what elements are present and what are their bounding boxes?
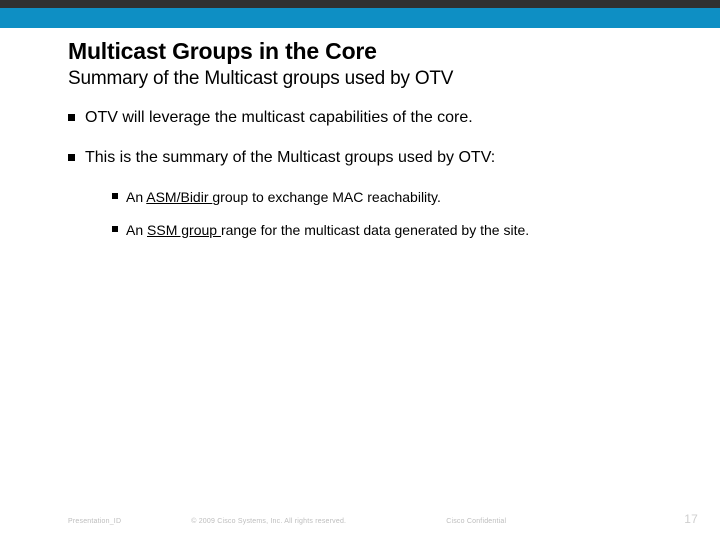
slide-footer: Presentation_ID © 2009 Cisco Systems, In… [0,512,720,526]
footer-presentation-id: Presentation_ID [68,518,121,525]
slide-content: Multicast Groups in the Core Summary of … [0,28,720,239]
top-accent-bar [0,0,720,28]
bullet-text: OTV will leverage the multicast capabili… [85,108,473,128]
text-underlined: ASM/Bidir [146,189,212,205]
bullet-text: This is the summary of the Multicast gro… [85,148,495,168]
sub-bullet-text: An SSM group range for the multicast dat… [126,221,529,239]
footer-page-number: 17 [684,512,698,526]
slide-title: Multicast Groups in the Core [68,38,660,64]
slide: Multicast Groups in the Core Summary of … [0,0,720,540]
text-prefix: An [126,222,147,238]
sub-bullet-item: An ASM/Bidir group to exchange MAC reach… [112,188,660,206]
square-bullet-icon [68,114,75,121]
square-bullet-icon [68,154,75,161]
bullet-item: OTV will leverage the multicast capabili… [68,108,660,128]
text-prefix: An [126,189,146,205]
bullet-list: OTV will leverage the multicast capabili… [68,108,660,238]
sub-bullet-list: An ASM/Bidir group to exchange MAC reach… [112,188,660,238]
bullet-item: This is the summary of the Multicast gro… [68,148,660,168]
square-bullet-icon [112,193,118,199]
footer-confidential: Cisco Confidential [446,518,506,525]
sub-bullet-text: An ASM/Bidir group to exchange MAC reach… [126,188,441,206]
sub-bullet-item: An SSM group range for the multicast dat… [112,221,660,239]
slide-subtitle: Summary of the Multicast groups used by … [68,68,660,90]
text-suffix: group to exchange MAC reachability. [212,189,441,205]
text-suffix: range for the multicast data generated b… [221,222,529,238]
square-bullet-icon [112,226,118,232]
footer-copyright: © 2009 Cisco Systems, Inc. All rights re… [191,518,346,525]
text-underlined: SSM group [147,222,221,238]
